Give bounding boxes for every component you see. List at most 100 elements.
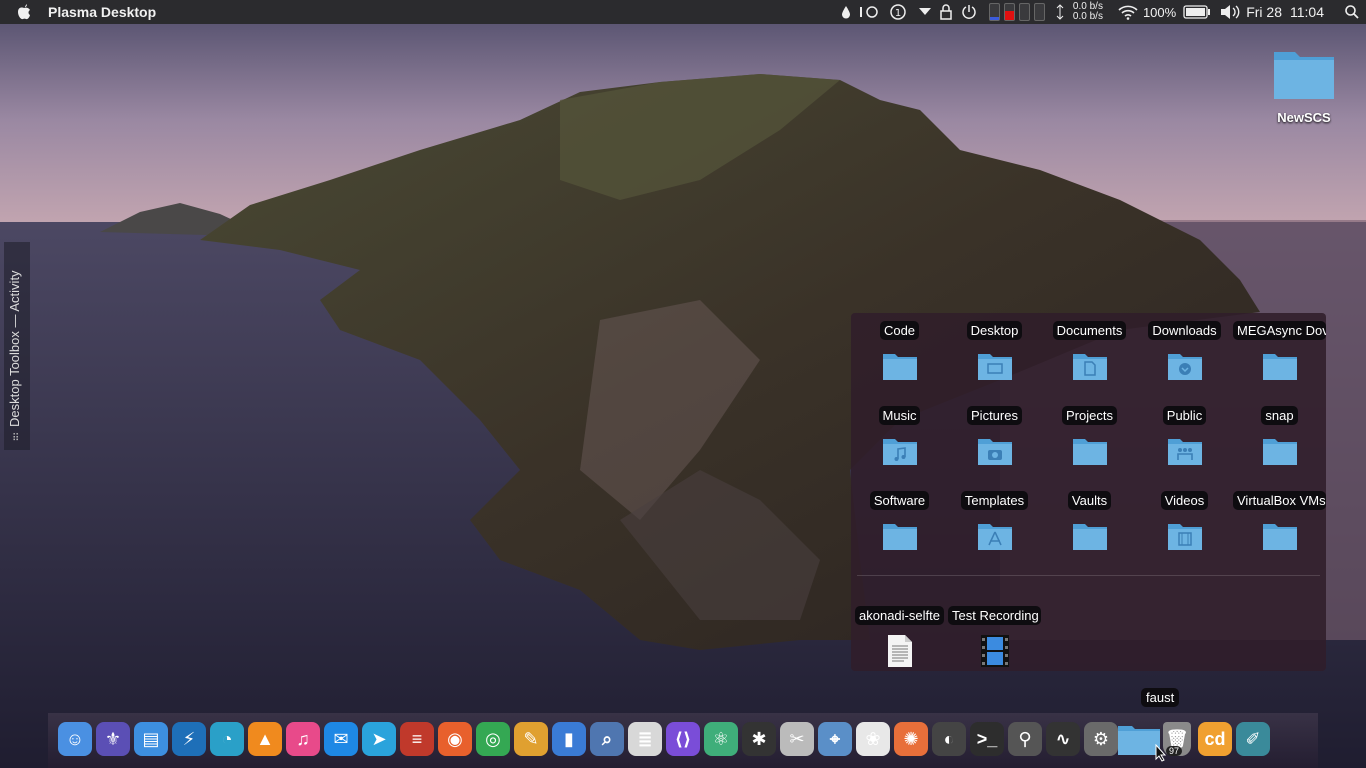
folder-view-separator — [857, 575, 1320, 576]
dock-item-faust-folder[interactable] — [1118, 720, 1160, 758]
folder-item-code[interactable]: Code — [852, 321, 947, 381]
desktop-folder-newscs[interactable]: NewSCS — [1268, 46, 1340, 125]
drop-icon[interactable] — [835, 0, 857, 24]
dock-item-photos-editor[interactable]: ❀ — [854, 720, 892, 758]
grip-handle-icon[interactable]: ⠿ — [12, 433, 19, 444]
volume-icon[interactable] — [1214, 0, 1246, 24]
dock-item-kde-connect[interactable]: ⚜ — [94, 720, 132, 758]
dock-item-photoscape[interactable]: ◐ — [930, 720, 968, 758]
folder-item-label: Music — [878, 406, 921, 425]
folder-videos-icon — [1137, 521, 1232, 551]
dock-item-cd-ripper[interactable]: cd — [1196, 720, 1234, 758]
dock-item-discover[interactable]: ◔ — [208, 720, 246, 758]
battery-percentage[interactable]: 100% — [1143, 5, 1176, 20]
dock-item-messenger[interactable]: ✉ — [322, 720, 360, 758]
folder-pictures-icon — [947, 436, 1042, 466]
folder-item-label: Software — [869, 491, 930, 510]
color-wheel-icon: ✺ — [894, 722, 928, 756]
folder-item-pictures[interactable]: Pictures — [947, 406, 1042, 466]
dock-item-vscode[interactable]: ⟨⟩ — [664, 720, 702, 758]
dock-item-atom[interactable]: ⚛ — [702, 720, 740, 758]
power-icon[interactable] — [957, 0, 981, 24]
app-title[interactable]: Plasma Desktop — [48, 4, 156, 20]
dock-item-activity-monitor[interactable]: ∿ — [1044, 720, 1082, 758]
toggle-icon[interactable] — [857, 0, 881, 24]
desktop-folder-label: NewSCS — [1277, 110, 1331, 125]
system-settings-icon: ⚙ — [1084, 722, 1118, 756]
folder-item-megasync-dov[interactable]: MEGAsync Dov — [1232, 321, 1327, 381]
notifications-icon[interactable]: 1 — [881, 0, 915, 24]
file-manager-icon: ▤ — [134, 722, 168, 756]
folder-item-projects[interactable]: Projects — [1042, 406, 1137, 466]
charts-icon: ▮ — [552, 722, 586, 756]
dock-item-news[interactable]: ≡ — [398, 720, 436, 758]
folder-item-vaults[interactable]: Vaults — [1042, 491, 1137, 551]
dock-item-charts[interactable]: ▮ — [550, 720, 588, 758]
dock-item-chrome[interactable]: ◎ — [474, 720, 512, 758]
dock-item-preview[interactable]: ⌕ — [588, 720, 626, 758]
dock-item-finder[interactable]: ☺ — [56, 720, 94, 758]
desktop-toolbox-panel[interactable]: Desktop Toolbox — Activity ⠿ — [4, 242, 30, 450]
svg-text:1: 1 — [895, 8, 901, 19]
dock-item-telegram[interactable]: ➤ — [360, 720, 398, 758]
folder-icon — [852, 351, 947, 381]
activity-monitor-icon: ∿ — [1046, 722, 1080, 756]
firefox-icon: ◉ — [438, 722, 472, 756]
dock-item-system-settings[interactable]: ⚙ — [1082, 720, 1120, 758]
dock-item-notes[interactable]: ✎ — [512, 720, 550, 758]
dock-item-scripts[interactable]: ✂ — [778, 720, 816, 758]
dock-item-usb[interactable]: ⚡ — [170, 720, 208, 758]
dock-item-itunes[interactable]: ♫ — [284, 720, 322, 758]
folder-item-label: Pictures — [967, 406, 1022, 425]
lock-icon[interactable] — [935, 0, 957, 24]
dock-item-brush[interactable]: ⚲ — [1006, 720, 1044, 758]
dock-item-vlc[interactable]: ▲ — [246, 720, 284, 758]
search-icon[interactable] — [1338, 0, 1366, 24]
cd-ripper-icon: cd — [1198, 722, 1232, 756]
clock-time[interactable]: 11:04 — [1290, 4, 1324, 20]
system-load-monitor[interactable] — [981, 0, 1053, 24]
folder-item-desktop[interactable]: Desktop — [947, 321, 1042, 381]
file-item-test-recording[interactable]: Test Recording — [947, 606, 1042, 668]
dock-item-krita[interactable]: ✐ — [1234, 720, 1272, 758]
folder-icon — [1274, 52, 1334, 99]
folder-item-templates[interactable]: Templates — [947, 491, 1042, 551]
dock-item-video-editor[interactable]: ✱ — [740, 720, 778, 758]
dock-item-file-manager[interactable]: ▤ — [132, 720, 170, 758]
dock-item-screenshot[interactable]: ⌖ — [816, 720, 854, 758]
folder-icon — [1232, 351, 1327, 381]
folder-icon — [852, 521, 947, 551]
battery-icon[interactable] — [1180, 0, 1214, 24]
desktop-toolbox-label[interactable]: Desktop Toolbox — Activity — [7, 242, 22, 427]
dock-item-firefox[interactable]: ◉ — [436, 720, 474, 758]
video-editor-icon: ✱ — [742, 722, 776, 756]
folder-item-music[interactable]: Music — [852, 406, 947, 466]
video-file-icon — [947, 634, 1042, 668]
disk-meter — [1033, 3, 1045, 21]
file-item-akonadi-selfte[interactable]: akonadi-selfte — [852, 606, 947, 668]
memory-meter — [1003, 3, 1015, 21]
apple-menu-icon[interactable] — [0, 3, 48, 21]
folder-item-label: Downloads — [1148, 321, 1221, 340]
dock-item-color-wheel[interactable]: ✺ — [892, 720, 930, 758]
wifi-icon[interactable] — [1113, 0, 1143, 24]
folder-item-documents[interactable]: Documents — [1042, 321, 1137, 381]
folder-public-icon — [1137, 436, 1232, 466]
folder-downloads-icon — [1137, 351, 1232, 381]
dock-item-text-editor[interactable]: ≣ — [626, 720, 664, 758]
screenshot-icon: ⌖ — [818, 722, 852, 756]
dock-item-terminal[interactable]: >_ — [968, 720, 1006, 758]
folder-item-downloads[interactable]: Downloads — [1137, 321, 1232, 381]
folder-item-public[interactable]: Public — [1137, 406, 1232, 466]
folder-item-label: Desktop — [966, 321, 1023, 340]
folder-item-snap[interactable]: snap — [1232, 406, 1327, 466]
folder-item-software[interactable]: Software — [852, 491, 947, 551]
swap-meter — [1018, 3, 1030, 21]
clock-date[interactable]: Fri 28 — [1246, 4, 1282, 20]
folder-item-videos[interactable]: Videos — [1137, 491, 1232, 551]
text-file-icon — [852, 634, 947, 668]
folder-item-virtualbox-vms[interactable]: VirtualBox VMs — [1232, 491, 1327, 551]
folder-item-label: Documents — [1052, 321, 1127, 340]
dropdown-arrow-icon[interactable] — [915, 0, 935, 24]
folder-icon — [1232, 521, 1327, 551]
